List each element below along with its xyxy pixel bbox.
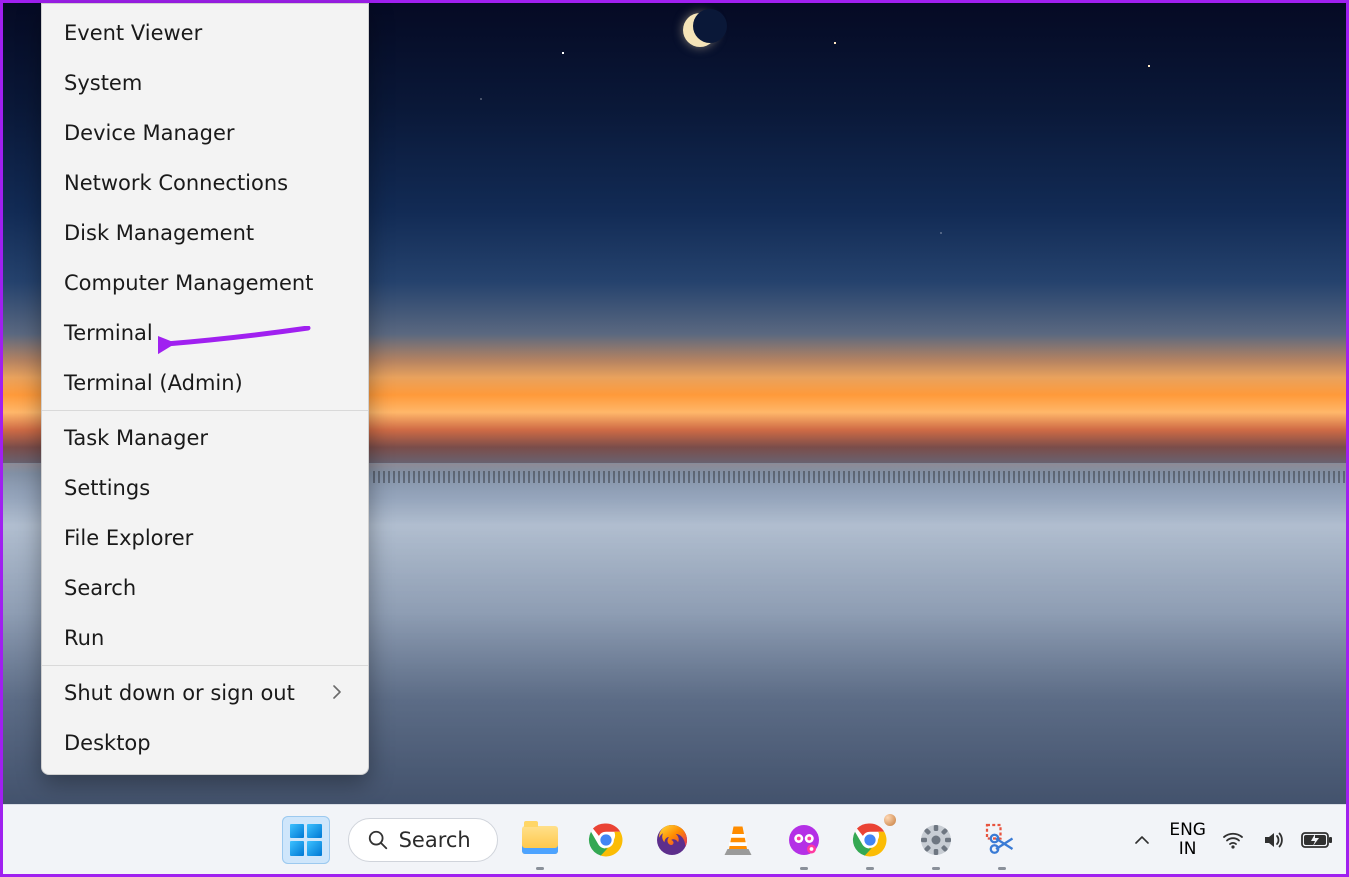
- tray-overflow-button[interactable]: [1129, 827, 1155, 853]
- firefox-logo-icon: [654, 822, 690, 858]
- menu-item-disk-management[interactable]: Disk Management: [42, 208, 368, 258]
- battery-button[interactable]: [1300, 827, 1334, 853]
- winx-context-menu: Event Viewer System Device Manager Netwo…: [41, 3, 369, 775]
- menu-item-network-connections[interactable]: Network Connections: [42, 158, 368, 208]
- menu-label: Terminal: [64, 321, 153, 345]
- running-indicator: [932, 867, 940, 870]
- menu-label: Search: [64, 576, 136, 600]
- menu-item-shutdown[interactable]: Shut down or sign out: [42, 668, 368, 718]
- snip-logo-icon: [984, 822, 1020, 858]
- menu-label: Disk Management: [64, 221, 254, 245]
- running-indicator: [800, 867, 808, 870]
- menu-item-task-manager[interactable]: Task Manager: [42, 413, 368, 463]
- menu-item-computer-management[interactable]: Computer Management: [42, 258, 368, 308]
- recorder-logo-icon: [786, 822, 822, 858]
- language-indicator[interactable]: ENG IN: [1169, 821, 1206, 858]
- snipping-tool-icon[interactable]: [978, 816, 1026, 864]
- firefox-icon[interactable]: [648, 816, 696, 864]
- menu-item-desktop[interactable]: Desktop: [42, 718, 368, 768]
- running-indicator: [998, 867, 1006, 870]
- language-bottom: IN: [1179, 840, 1197, 859]
- chrome-logo-icon: [588, 822, 624, 858]
- running-indicator: [866, 867, 874, 870]
- menu-label: Run: [64, 626, 104, 650]
- menu-label: Shut down or sign out: [64, 681, 295, 705]
- screen-recorder-icon[interactable]: [780, 816, 828, 864]
- search-label: Search: [399, 828, 471, 852]
- taskbar-tray: ENG IN: [1129, 821, 1334, 858]
- wifi-button[interactable]: [1220, 827, 1246, 853]
- gear-icon: [918, 822, 954, 858]
- menu-label: Task Manager: [64, 426, 208, 450]
- menu-separator: [42, 665, 368, 666]
- menu-label: Network Connections: [64, 171, 288, 195]
- menu-item-terminal-admin[interactable]: Terminal (Admin): [42, 358, 368, 408]
- profile-avatar-badge: [882, 812, 898, 828]
- wifi-icon: [1221, 828, 1245, 852]
- menu-label: File Explorer: [64, 526, 193, 550]
- menu-item-system[interactable]: System: [42, 58, 368, 108]
- menu-item-settings[interactable]: Settings: [42, 463, 368, 513]
- language-top: ENG: [1169, 821, 1206, 840]
- chrome-icon[interactable]: [582, 816, 630, 864]
- menu-item-run[interactable]: Run: [42, 613, 368, 663]
- folder-icon: [522, 826, 558, 854]
- menu-label: Terminal (Admin): [64, 371, 243, 395]
- chevron-right-icon: [332, 684, 342, 703]
- desktop-wallpaper[interactable]: Event Viewer System Device Manager Netwo…: [3, 3, 1346, 874]
- file-explorer-icon[interactable]: [516, 816, 564, 864]
- vlc-logo-icon: [720, 822, 756, 858]
- menu-item-event-viewer[interactable]: Event Viewer: [42, 8, 368, 58]
- taskbar-center: Search: [282, 816, 1026, 864]
- menu-item-file-explorer[interactable]: File Explorer: [42, 513, 368, 563]
- taskbar-search[interactable]: Search: [348, 818, 498, 862]
- settings-icon[interactable]: [912, 816, 960, 864]
- menu-label: System: [64, 71, 142, 95]
- vlc-icon[interactable]: [714, 816, 762, 864]
- start-button[interactable]: [282, 816, 330, 864]
- chrome-logo-icon: [852, 822, 888, 858]
- menu-separator: [42, 410, 368, 411]
- windows-logo-icon: [290, 824, 322, 856]
- menu-label: Settings: [64, 476, 150, 500]
- running-indicator: [536, 867, 544, 870]
- menu-item-terminal[interactable]: Terminal: [42, 308, 368, 358]
- menu-label: Device Manager: [64, 121, 235, 145]
- menu-item-device-manager[interactable]: Device Manager: [42, 108, 368, 158]
- menu-label: Computer Management: [64, 271, 313, 295]
- moon-graphic: [683, 13, 717, 47]
- menu-label: Event Viewer: [64, 21, 202, 45]
- menu-item-search[interactable]: Search: [42, 563, 368, 613]
- menu-label: Desktop: [64, 731, 151, 755]
- chrome-profile-icon[interactable]: [846, 816, 894, 864]
- battery-icon: [1301, 830, 1333, 850]
- search-icon: [367, 829, 389, 851]
- chevron-up-icon: [1133, 831, 1151, 849]
- volume-button[interactable]: [1260, 827, 1286, 853]
- volume-icon: [1261, 828, 1285, 852]
- taskbar: Search: [3, 804, 1346, 874]
